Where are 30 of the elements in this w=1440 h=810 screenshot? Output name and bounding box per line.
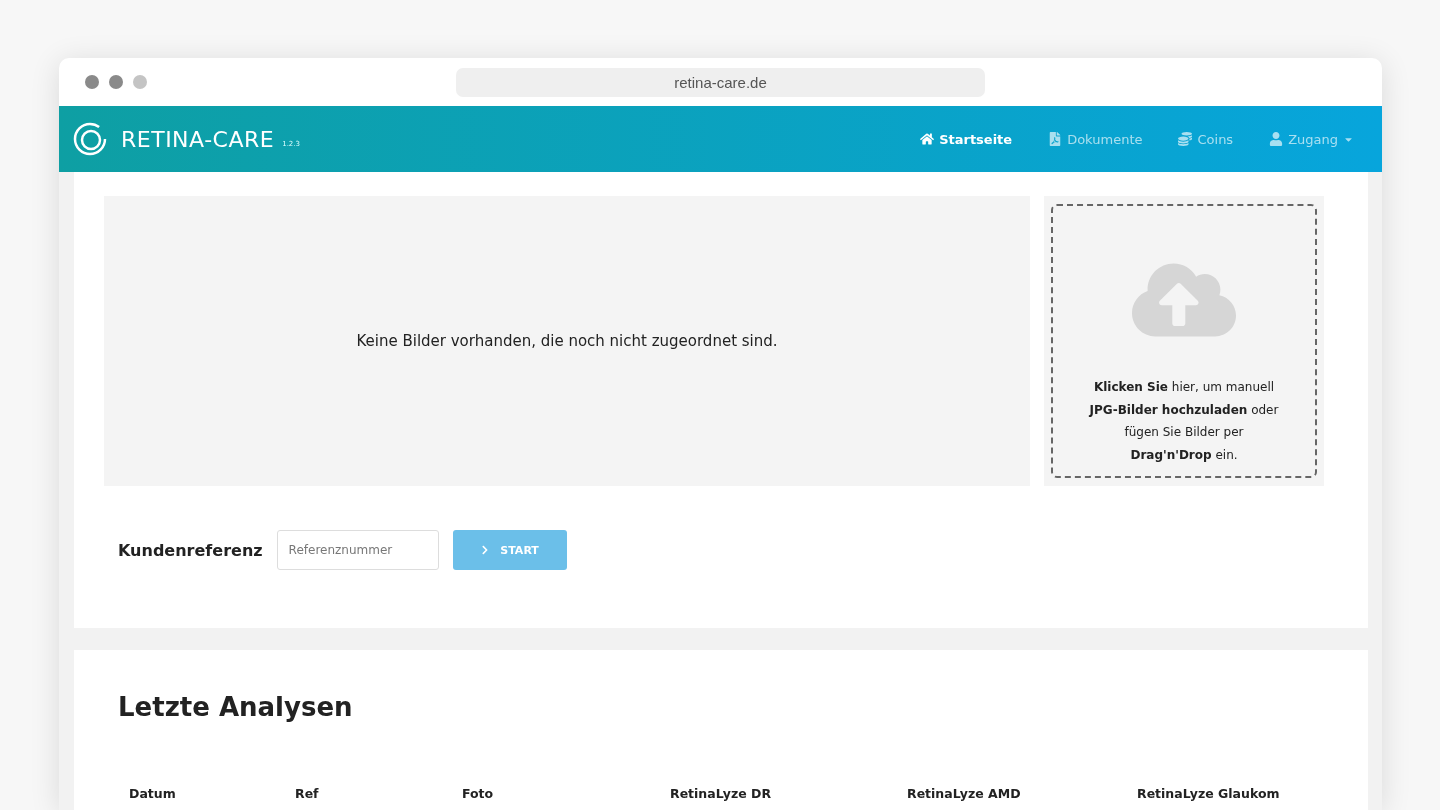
coins-icon — [1178, 132, 1193, 146]
column-header: Ref — [295, 786, 320, 801]
address-bar[interactable]: retina-care.de — [456, 68, 985, 97]
empty-message: Keine Bilder vorhanden, die noch nicht zugeordnet sind. — [356, 332, 778, 350]
field-label: Kundenreferenz — [118, 540, 263, 560]
upload-instruction: Klicken Sie hier, um manuell — [1092, 379, 1276, 396]
user-icon — [1269, 132, 1284, 146]
window-control-button[interactable] — [109, 75, 123, 89]
column-header: RetinaLyze DR — [670, 786, 773, 801]
upload-instruction: JPG-Bilder hochzuladen oder — [1089, 401, 1279, 419]
upload-instruction: fügen Sie Bilder per — [1123, 424, 1245, 441]
upload-dropzone[interactable]: Klicken Sie hier, um manuell JPG-Bilder hochzuladen oder fügen Sie Bilder per Drag'n'Drop ein. — [1051, 204, 1317, 478]
nav-link[interactable]: Dokumente — [1048, 131, 1143, 147]
nav-link[interactable]: Coins — [1178, 131, 1234, 147]
window-control-button[interactable] — [85, 75, 99, 89]
section-title: Letzte Analysen — [118, 692, 354, 722]
column-header: RetinaLyze Glaukom — [1137, 786, 1281, 801]
document-icon — [1048, 132, 1063, 146]
column-header: Foto — [462, 786, 495, 801]
column-header: RetinaLyze AMD — [907, 786, 1022, 801]
window-control-button[interactable] — [133, 75, 147, 89]
column-header: Datum — [129, 786, 177, 801]
logo-icon — [73, 122, 107, 156]
reference-input[interactable]: Referenznummer — [276, 530, 439, 570]
nav-link[interactable]: Zugang — [1269, 131, 1354, 147]
home-icon — [920, 132, 935, 146]
start-button[interactable]: START — [452, 530, 567, 570]
upload-instruction: Drag'n'Drop ein. — [1129, 446, 1239, 464]
nav-link[interactable]: Startseite — [920, 131, 1013, 147]
brand-name: RETINA-CARE — [121, 126, 275, 152]
